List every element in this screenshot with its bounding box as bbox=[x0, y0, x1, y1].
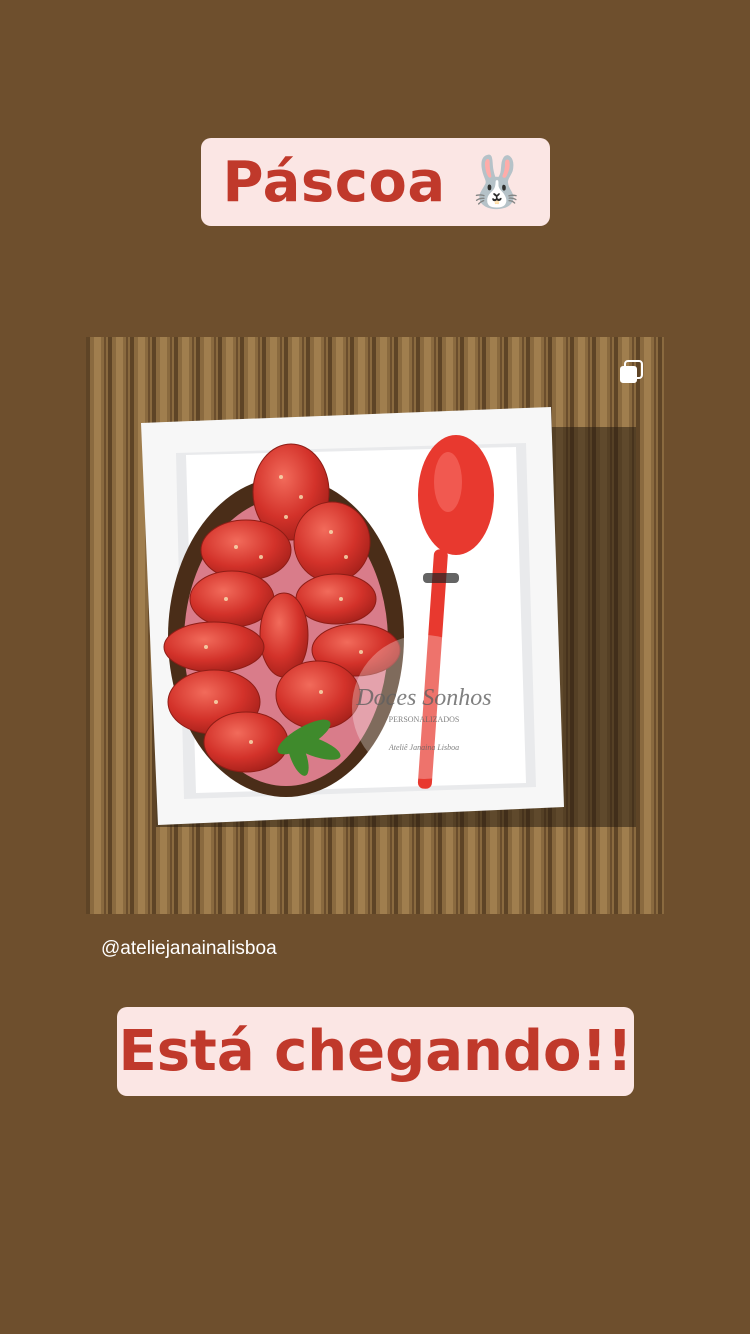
watermark-subtitle: PERSONALIZADOS bbox=[389, 715, 460, 724]
multiple-photos-icon bbox=[620, 360, 643, 383]
bunny-emoji-icon: 🐰 bbox=[465, 152, 529, 211]
author-handle[interactable]: @ateliejanainalisboa bbox=[101, 938, 277, 960]
bottom-sticker-text: Está chegando!! bbox=[118, 1019, 633, 1084]
shared-post-photo[interactable]: Doces Sonhos PERSONALIZADOS Ateliê Janai… bbox=[86, 337, 664, 914]
title-text: Páscoa bbox=[222, 149, 446, 215]
title-sticker[interactable]: Páscoa 🐰 bbox=[201, 138, 550, 226]
watermark-author: Ateliê Janaina Lisboa bbox=[388, 743, 459, 752]
watermark-brand: Doces Sonhos bbox=[355, 685, 491, 711]
easter-egg-photo: Doces Sonhos PERSONALIZADOS Ateliê Janai… bbox=[86, 337, 664, 914]
bottom-sticker[interactable]: Está chegando!! bbox=[117, 1007, 634, 1096]
